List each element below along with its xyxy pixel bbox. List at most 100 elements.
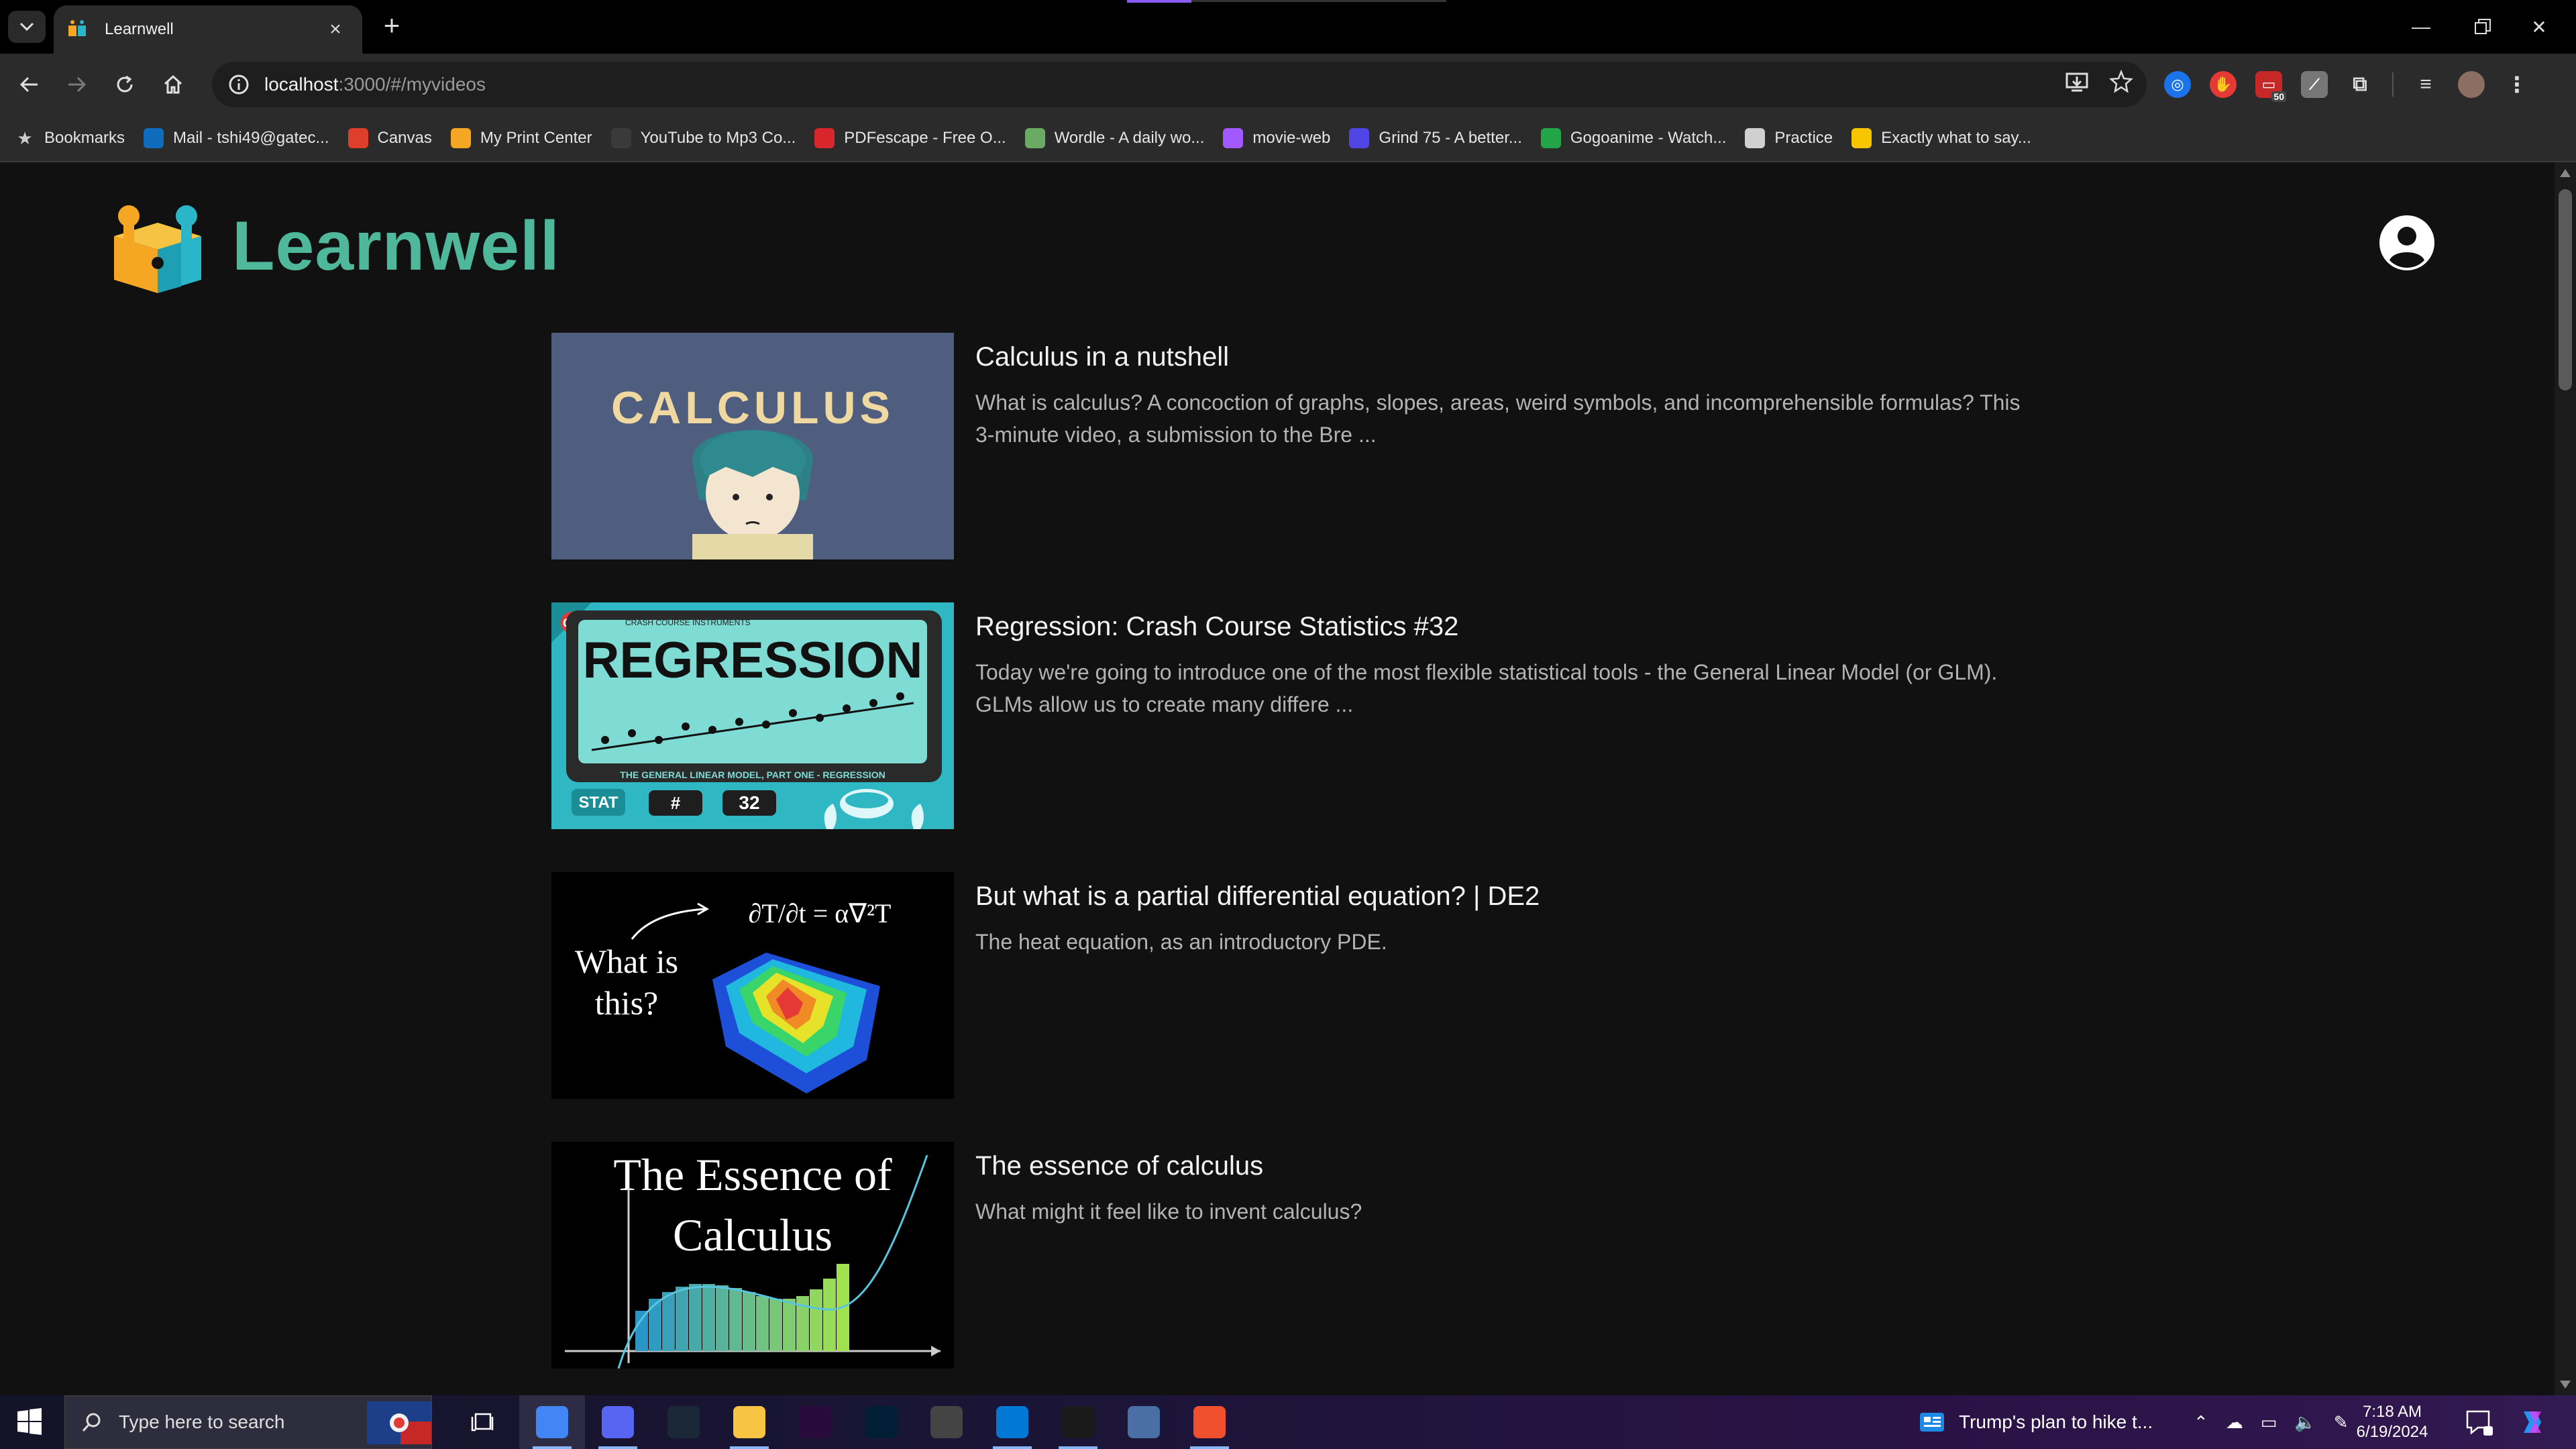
browser-toolbar: localhost:3000/#/myvideos ◎ ✋ ▭ 50 ⟋ ⧉ ≡ … [0,54,2576,115]
video-title[interactable]: Regression: Crash Course Statistics #32 [975,612,1458,642]
taskbar-app-button[interactable] [585,1395,651,1449]
bookmark-item[interactable]: Canvas [347,128,432,148]
bookmark-label: Bookmarks [44,129,125,147]
premiere-icon [799,1406,831,1438]
media-control-icon[interactable]: ≡ [2412,71,2439,98]
page-scrollbar[interactable] [2555,162,2576,1395]
news-widget[interactable]: Trump's plan to hike t... [1919,1395,2153,1449]
user-account-icon[interactable] [2379,215,2435,271]
news-headline: Trump's plan to hike t... [1959,1411,2153,1432]
video-thumbnail[interactable]: What is this? ∂T/∂t = α∇²T [551,872,954,1099]
riemann-bar [689,1284,702,1351]
onedrive-sync-icon[interactable]: ☁ [2226,1412,2243,1433]
video-title[interactable]: The essence of calculus [975,1151,1263,1181]
extension-blue-icon[interactable]: ◎ [2164,71,2191,98]
video-item-regression[interactable]: CC CRASH COURSE INSTRUMENTS REGRESSION T… [551,602,2027,830]
wordle-icon [1024,128,1045,148]
video-title[interactable]: Calculus in a nutshell [975,342,1229,372]
riemann-bar [716,1285,729,1351]
browser-tab-active[interactable]: Learnwell × [54,5,362,54]
video-thumbnail[interactable]: CALCULUS [551,333,954,559]
riemann-bar [649,1299,661,1351]
bookmark-item[interactable]: Wordle - A daily wo... [1024,128,1204,148]
scroll-up-arrow-icon[interactable] [2560,169,2571,177]
install-app-icon[interactable] [2065,70,2089,94]
browser-menu-icon[interactable]: ⋮ [2504,71,2530,98]
chevron-down-icon [19,22,34,32]
taskbar-app-button[interactable] [651,1395,716,1449]
bookmark-item[interactable]: Practice [1745,128,1833,148]
bookmark-item[interactable]: movie-web [1223,128,1330,148]
site-info-icon[interactable] [228,74,250,95]
news-icon [1920,1413,1944,1432]
reload-icon [117,75,133,93]
close-tab-icon[interactable]: × [322,18,349,41]
bookmark-item[interactable]: ★ Bookmarks [15,128,125,148]
bookmark-item[interactable]: Mail - tshi49@gatec... [144,128,329,148]
taskbar-app-button[interactable] [1177,1395,1242,1449]
network-icon[interactable]: ▭ [2261,1412,2277,1433]
taskbar-app-button[interactable] [716,1395,782,1449]
bookmark-item[interactable]: Gogoanime - Watch... [1540,128,1726,148]
taskbar-clock[interactable]: 7:18 AM 6/19/2024 [2352,1402,2432,1442]
running-indicator [730,1446,769,1449]
pin-icon [1745,128,1766,148]
video-title[interactable]: But what is a partial differential equat… [975,881,1540,912]
back-button[interactable] [11,66,48,103]
grind-icon [1349,128,1370,148]
calculator-icon [1128,1406,1160,1438]
running-indicator [598,1446,637,1449]
scroll-down-arrow-icon[interactable] [2560,1381,2571,1389]
video-thumbnail[interactable]: The Essence of Calculus [551,1142,954,1368]
video-item-calculus-nutshell[interactable]: CALCULUS Calculus in a nutshell What is … [551,333,2027,561]
forward-button[interactable] [58,66,95,103]
copilot-icon[interactable] [2517,1407,2548,1437]
running-indicator [533,1446,572,1449]
volume-icon[interactable]: 🔈 [2294,1412,2316,1433]
extension-red-icon[interactable]: ✋ [2210,71,2237,98]
home-button[interactable] [154,66,192,103]
new-tab-button[interactable]: + [377,11,407,42]
extension-badge-icon[interactable]: ▭ 50 [2255,71,2286,102]
bookmark-item[interactable]: Exactly what to say... [1851,128,2031,148]
tab-search-button[interactable] [8,11,46,43]
pen-icon[interactable]: ✎ [2334,1412,2349,1433]
close-window-button[interactable]: ✕ [2502,0,2576,54]
extension-gray-icon[interactable]: ⟋ [2301,71,2328,98]
thumb-header: CRASH COURSE INSTRUMENTS [625,618,751,627]
taskbar-search-box[interactable]: Type here to search [64,1395,432,1449]
search-highlight-icon[interactable] [367,1401,431,1444]
riemann-bar [783,1299,796,1351]
thumb-badge-hash: # [671,793,681,813]
git-icon [1193,1406,1226,1438]
video-item-pde[interactable]: What is this? ∂T/∂t = α∇²T But what is a… [551,872,2027,1100]
reload-button[interactable] [106,66,144,103]
movie-icon [1223,128,1244,148]
learnwell-logo[interactable]: Learnwell [107,196,560,297]
show-hidden-icons-icon[interactable]: ⌃ [2194,1412,2208,1433]
bookmark-item[interactable]: My Print Center [450,128,592,148]
bookmark-item[interactable]: Grind 75 - A better... [1349,128,1522,148]
scrollbar-thumb[interactable] [2559,189,2572,390]
taskbar-app-button[interactable] [979,1395,1045,1449]
windows-start-icon[interactable] [11,1406,48,1438]
task-view-button[interactable] [449,1395,515,1449]
taskbar-app-button[interactable] [848,1395,914,1449]
taskbar-app-button[interactable] [1111,1395,1177,1449]
puzzle-extensions-icon[interactable]: ⧉ [2347,71,2373,98]
address-bar[interactable]: localhost:3000/#/myvideos [212,62,2147,107]
notification-center-icon[interactable] [2463,1407,2493,1437]
taskbar-app-button[interactable] [782,1395,848,1449]
bookmark-label: movie-web [1252,129,1331,147]
thumb-text: CALCULUS [611,382,894,433]
bookmark-item[interactable]: PDFescape - Free O... [814,128,1006,148]
profile-avatar-icon[interactable] [2458,71,2485,98]
taskbar-app-button[interactable] [519,1395,585,1449]
bookmark-star-icon[interactable] [2109,70,2133,94]
video-thumbnail[interactable]: CC CRASH COURSE INSTRUMENTS REGRESSION T… [551,602,954,829]
bookmark-item[interactable]: YouTube to Mp3 Co... [610,128,796,148]
video-item-essence-calculus[interactable]: The Essence of Calculus The essence of c… [551,1142,2027,1370]
system-tray: ⌃ ☁ ▭ 🔈 ✎ [2194,1395,2349,1449]
taskbar-app-button[interactable] [1045,1395,1111,1449]
taskbar-app-button[interactable] [914,1395,979,1449]
